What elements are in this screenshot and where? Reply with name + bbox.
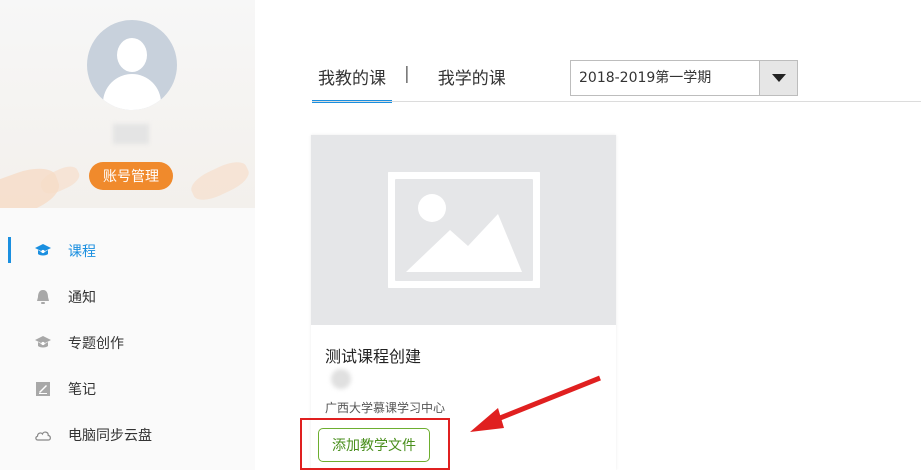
semester-select-toggle[interactable]	[759, 61, 797, 95]
sidebar-item-label: 课程	[68, 244, 96, 260]
sidebar-item-label: 笔记	[68, 382, 96, 398]
tab-learning[interactable]: 我学的课	[432, 62, 512, 103]
avatar-body	[103, 74, 161, 110]
sidebar: 账号管理 课程 通知 专题创作 笔记 电脑同步云盘	[0, 0, 255, 470]
semester-select-value: 2018-2019第一学期	[579, 70, 712, 86]
course-title[interactable]: 测试课程创建	[325, 343, 421, 367]
semester-select[interactable]: 2018-2019第一学期	[570, 60, 798, 96]
profile-panel: 账号管理	[0, 0, 255, 208]
course-tabs: 我教的课 | 我学的课	[312, 62, 512, 103]
course-icon	[34, 242, 52, 260]
note-icon	[34, 380, 52, 398]
tabs-divider	[312, 101, 921, 102]
tab-separator: |	[404, 64, 410, 84]
annotation-highlight-box	[300, 418, 450, 470]
teacher-redacted	[331, 369, 351, 389]
cloud-icon	[34, 426, 52, 444]
sidebar-item-course[interactable]: 课程	[0, 228, 255, 274]
tab-teaching[interactable]: 我教的课	[312, 62, 392, 103]
avatar[interactable]	[87, 20, 177, 110]
sidebar-item-topic[interactable]: 专题创作	[0, 320, 255, 366]
topic-icon	[34, 334, 52, 352]
sidebar-item-cloud[interactable]: 电脑同步云盘	[0, 412, 255, 458]
sidebar-item-label: 通知	[68, 290, 96, 306]
course-organization: 广西大学慕课学习中心	[325, 401, 446, 415]
username-redacted	[113, 124, 149, 144]
account-management-button[interactable]: 账号管理	[89, 162, 173, 190]
course-thumbnail[interactable]	[311, 135, 616, 325]
sidebar-item-notes[interactable]: 笔记	[0, 366, 255, 412]
bell-icon	[34, 288, 52, 306]
sidebar-item-label: 专题创作	[68, 336, 124, 352]
image-placeholder-icon	[387, 172, 540, 288]
sidebar-nav: 课程 通知 专题创作 笔记 电脑同步云盘	[0, 228, 255, 458]
sidebar-item-label: 电脑同步云盘	[68, 428, 152, 444]
sidebar-item-notice[interactable]: 通知	[0, 274, 255, 320]
avatar-head	[117, 38, 147, 72]
decorative-shape	[187, 156, 253, 206]
annotation-arrow-icon	[470, 375, 601, 432]
chevron-down-icon	[771, 74, 786, 82]
